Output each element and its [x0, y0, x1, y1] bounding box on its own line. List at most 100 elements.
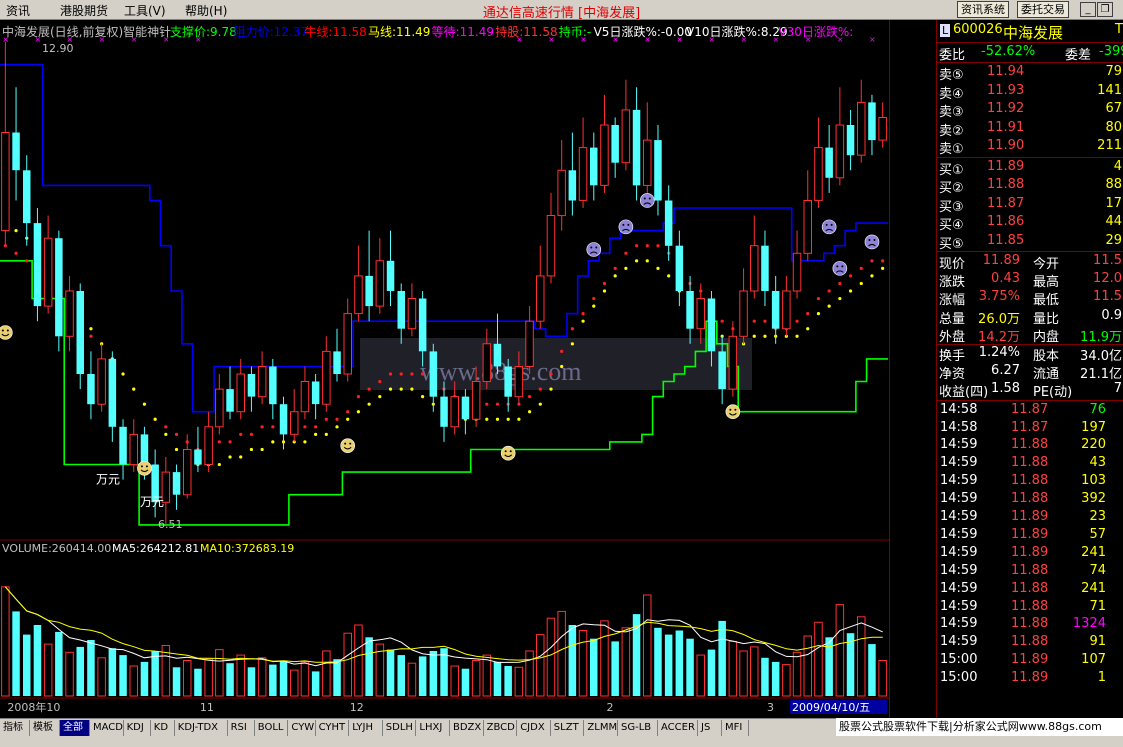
divider [937, 156, 1123, 158]
app-title: 通达信高速行情 [中海发展] [482, 6, 641, 21]
indicator-item: 马线:11.49 [368, 25, 431, 39]
tab-slzt[interactable]: SLZT [551, 720, 585, 736]
low-label: 6.51 [158, 518, 183, 531]
kline-chart[interactable]: www.88gs.com 12.5012.0011.5011.0010.5010… [0, 20, 890, 720]
stat-value: 21.1亿 [1080, 367, 1122, 383]
stat-value: 6.27 [991, 363, 1020, 379]
order-trade-button[interactable]: 委托交易 [1017, 1, 1069, 18]
volume-bar [568, 625, 577, 696]
tick-time: 14:59 [940, 491, 978, 507]
volume-bar [654, 627, 662, 696]
quote-row: 涨幅 3.75% 最低 11.5 [937, 289, 1123, 308]
horse-line-dot [356, 410, 361, 414]
bull-line-dot [859, 266, 863, 270]
candle [590, 147, 598, 186]
stat-value: 1.24% [978, 345, 1020, 360]
tab-kdj-tdx[interactable]: KDJ-TDX [175, 720, 228, 736]
candle [279, 404, 288, 435]
ad-banner[interactable]: 股票公式股票软件下载|分析家公式网www.88gs.com [836, 718, 1123, 736]
tick-row: 14:59 11.88 392 [937, 491, 1123, 509]
horse-line-dot [570, 342, 574, 346]
candle [750, 245, 759, 292]
tick-volume: 241 [1081, 580, 1106, 596]
horse-line-dot [495, 417, 500, 421]
bid-price: 11.88 [987, 177, 1025, 192]
tab-模板[interactable]: 模板 [30, 720, 60, 736]
volume-bar [12, 611, 20, 696]
volume-bar [835, 604, 845, 697]
ask-volume: 211 [1097, 138, 1122, 153]
wan-yuan-label: 万元 [140, 495, 164, 509]
tab-cyw[interactable]: CYW [288, 720, 316, 736]
restore-icon[interactable]: ❐ [1097, 2, 1113, 17]
tab-cyht[interactable]: CYHT [316, 720, 350, 736]
tab-lhxj[interactable]: LHXJ [416, 720, 450, 736]
candle [782, 290, 791, 330]
tick-price: 11.88 [1011, 580, 1049, 596]
tab-sg-lb[interactable]: SG-LB [618, 720, 658, 736]
horse-line-dot [506, 417, 510, 421]
tab-kd[interactable]: KD [151, 720, 175, 736]
quote-row: 委比 -52.62% 委差 -399 [937, 44, 1123, 63]
candle [269, 366, 277, 405]
indicator-item: 等待:11.49 [431, 25, 494, 39]
bull-line-dot [346, 410, 350, 414]
bull-line-dot [549, 372, 553, 376]
indicator-item: 持币:- [558, 25, 592, 39]
bid-label: 买② [939, 181, 964, 196]
stat-value: 1.58 [991, 381, 1020, 397]
candle [300, 381, 310, 413]
divider [937, 42, 1123, 43]
horse-line-dot [560, 364, 564, 369]
candle [771, 291, 780, 329]
volume-bar [739, 650, 748, 697]
horse-line-dot [14, 229, 18, 233]
horse-line-dot [624, 266, 628, 270]
candle [343, 313, 352, 375]
tab-boll[interactable]: BOLL [255, 720, 289, 736]
tab-kdj[interactable]: KDJ [124, 720, 151, 736]
indicator-header: 中海发展(日线,前复权)智能神针 支撑价:9.78 阻力价:12.37 牛线:11.… [0, 20, 890, 39]
tab-js[interactable]: JS [698, 720, 722, 736]
tab-zbcd[interactable]: ZBCD [484, 720, 518, 736]
candle [290, 411, 299, 435]
stat-label: 现价 [939, 257, 966, 272]
volume-bar [707, 649, 716, 696]
tab-指标[interactable]: 指标 [0, 720, 30, 736]
horse-line-dot [132, 387, 136, 391]
tab-rsi[interactable]: RSI [228, 720, 255, 736]
tab-lyjh[interactable]: LYJH [349, 720, 383, 736]
volume-bar [65, 651, 74, 697]
candle [140, 434, 149, 465]
tab-accer[interactable]: ACCER [658, 720, 698, 736]
tick-row: 14:59 11.89 23 [937, 509, 1123, 527]
minimize-icon[interactable]: _ [1080, 2, 1096, 17]
tab-zlmm[interactable]: ZLMM [584, 720, 618, 736]
date-label: 3 [767, 701, 774, 714]
tab-全部[interactable]: 全部 [60, 720, 90, 736]
bull-line-dot [560, 349, 564, 353]
candle [536, 275, 545, 322]
tab-macd[interactable]: MACD [90, 720, 124, 736]
tab-bdzx[interactable]: BDZX [450, 720, 484, 736]
volume-bar [461, 668, 470, 696]
tick-row: 15:00 11.89 1 [937, 670, 1123, 688]
ask-price: 11.91 [987, 119, 1025, 135]
volume-bar [418, 656, 427, 696]
bull-line-dot [421, 372, 425, 376]
horse-line-dot [421, 395, 425, 399]
candle [322, 350, 331, 405]
info-system-button[interactable]: 资讯系统 [957, 1, 1009, 18]
tab-mfi[interactable]: MFI [722, 720, 750, 736]
stat-label: 内盘 [1033, 329, 1060, 345]
tick-row: 14:59 11.88 1324 [937, 616, 1123, 634]
volume-bar [279, 660, 288, 696]
stat-value: 14.2万 [978, 329, 1020, 345]
volume-bar [546, 617, 556, 697]
tick-time: 14:59 [940, 544, 978, 560]
tab-cjdx[interactable]: CJDX [517, 720, 551, 736]
candle [247, 374, 256, 397]
quote-row: 涨跌 0.43 最高 12.0 [937, 271, 1123, 290]
tab-sdlh[interactable]: SDLH [383, 720, 417, 736]
stat-value: 11.5 [1093, 289, 1122, 305]
